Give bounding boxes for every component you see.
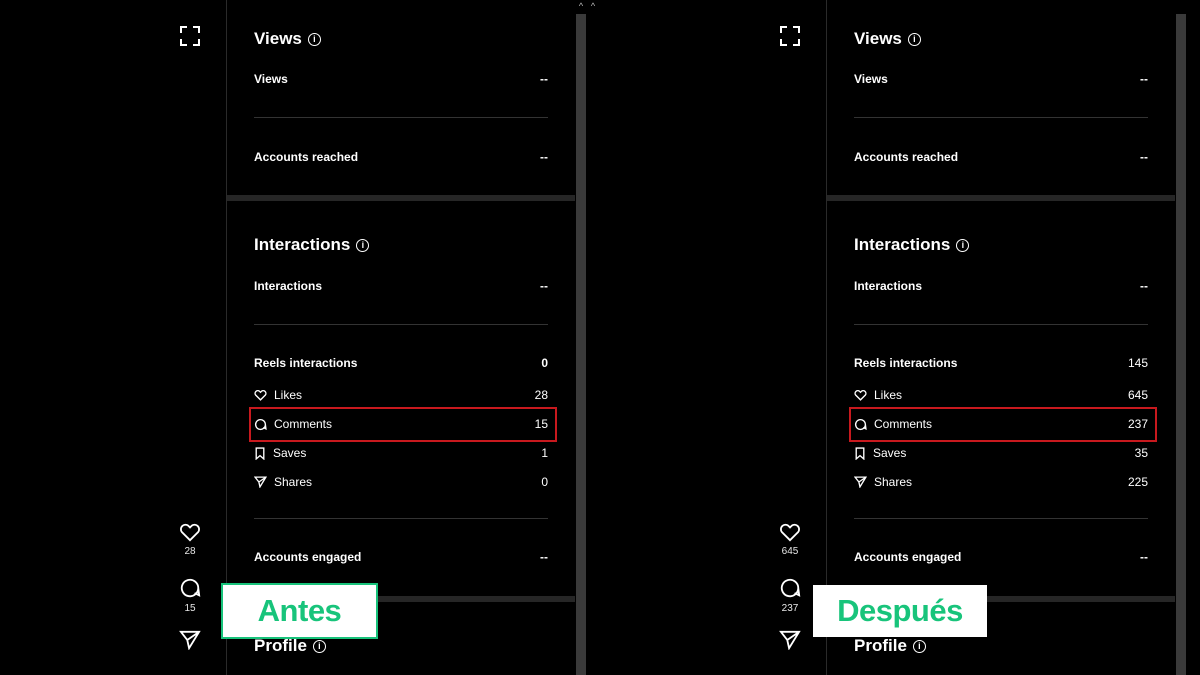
scrollbar[interactable]: ^ ^ (576, 0, 600, 675)
heart-icon (180, 523, 200, 542)
expand-icon[interactable] (779, 25, 801, 47)
divider (254, 518, 548, 519)
info-icon[interactable]: i (307, 32, 321, 46)
info-icon[interactable]: i (356, 238, 370, 252)
profile-title: Profile i (854, 636, 926, 656)
like-count: 28 (184, 546, 196, 557)
saves-row: Saves 1 (254, 446, 548, 460)
like-count: 645 (781, 546, 799, 557)
accounts-reached-row: Accounts reached -- (254, 150, 548, 164)
divider (854, 518, 1148, 519)
scroll-up-icon[interactable]: ^ (588, 0, 598, 12)
info-icon[interactable]: i (312, 639, 326, 653)
share-button[interactable] (770, 630, 810, 650)
profile-title: Profile i (254, 636, 326, 656)
comment-icon (180, 578, 201, 598)
shares-row: Shares 0 (254, 475, 548, 489)
scroll-up-icon[interactable]: ^ (576, 0, 586, 12)
divider (254, 117, 548, 118)
info-icon[interactable]: i (912, 639, 926, 653)
send-icon (179, 630, 201, 650)
interactions-title: Interactions i (854, 235, 970, 255)
comment-count: 15 (184, 603, 196, 614)
share-button[interactable] (170, 630, 210, 650)
like-button[interactable]: 28 (170, 522, 210, 557)
send-icon (854, 476, 867, 488)
comments-highlight-box (249, 407, 557, 442)
reel-action-rail: 28 15 (0, 0, 226, 675)
likes-row: Likes 645 (854, 388, 1148, 402)
comments-highlight-box (849, 407, 1157, 442)
saves-row: Saves 35 (854, 446, 1148, 460)
divider (854, 324, 1148, 325)
views-section: Views i Views -- Accounts reached -- (827, 0, 1175, 195)
likes-row: Likes 28 (254, 388, 548, 402)
accounts-reached-row: Accounts reached -- (854, 150, 1148, 164)
bookmark-icon (255, 446, 265, 460)
accounts-engaged-row: Accounts engaged -- (854, 550, 1148, 564)
interactions-section: Interactions i Interactions -- Reels int… (827, 201, 1175, 596)
insights-panel: Views i Views -- Accounts reached -- Int… (226, 0, 576, 675)
reels-interactions-row: Reels interactions 0 (254, 356, 548, 370)
scroll-track[interactable] (1176, 14, 1186, 675)
reels-interactions-row: Reels interactions 145 (854, 356, 1148, 370)
panel-despues: 645 237 Views i Views -- Accounts reache… (600, 0, 1200, 675)
reel-action-rail: 645 237 (600, 0, 826, 675)
bookmark-icon (855, 446, 865, 460)
views-row: Views -- (254, 72, 548, 86)
divider (854, 117, 1148, 118)
interactions-row: Interactions -- (854, 279, 1148, 293)
comment-icon (780, 578, 801, 598)
info-icon[interactable]: i (907, 32, 921, 46)
expand-icon[interactable] (179, 25, 201, 47)
divider (254, 324, 548, 325)
views-title: Views i (854, 29, 921, 49)
heart-icon (780, 523, 800, 542)
panel-antes: 28 15 Views i Views -- Accounts reached … (0, 0, 600, 675)
comment-button[interactable]: 237 (770, 577, 810, 614)
interactions-title: Interactions i (254, 235, 370, 255)
heart-icon (254, 390, 267, 401)
info-icon[interactable]: i (956, 238, 970, 252)
views-row: Views -- (854, 72, 1148, 86)
before-badge: Antes (221, 583, 378, 639)
send-icon (254, 476, 267, 488)
send-icon (779, 630, 801, 650)
heart-icon (854, 390, 867, 401)
scroll-track[interactable] (576, 14, 586, 675)
scrollbar[interactable] (1176, 0, 1200, 675)
accounts-engaged-row: Accounts engaged -- (254, 550, 548, 564)
views-title: Views i (254, 29, 321, 49)
comment-button[interactable]: 15 (170, 577, 210, 614)
shares-row: Shares 225 (854, 475, 1148, 489)
comment-count: 237 (781, 603, 799, 614)
interactions-section: Interactions i Interactions -- Reels int… (227, 201, 575, 596)
insights-panel: Views i Views -- Accounts reached -- Int… (826, 0, 1176, 675)
interactions-row: Interactions -- (254, 279, 548, 293)
after-badge: Después (813, 585, 987, 637)
like-button[interactable]: 645 (770, 522, 810, 557)
views-section: Views i Views -- Accounts reached -- (227, 0, 575, 195)
